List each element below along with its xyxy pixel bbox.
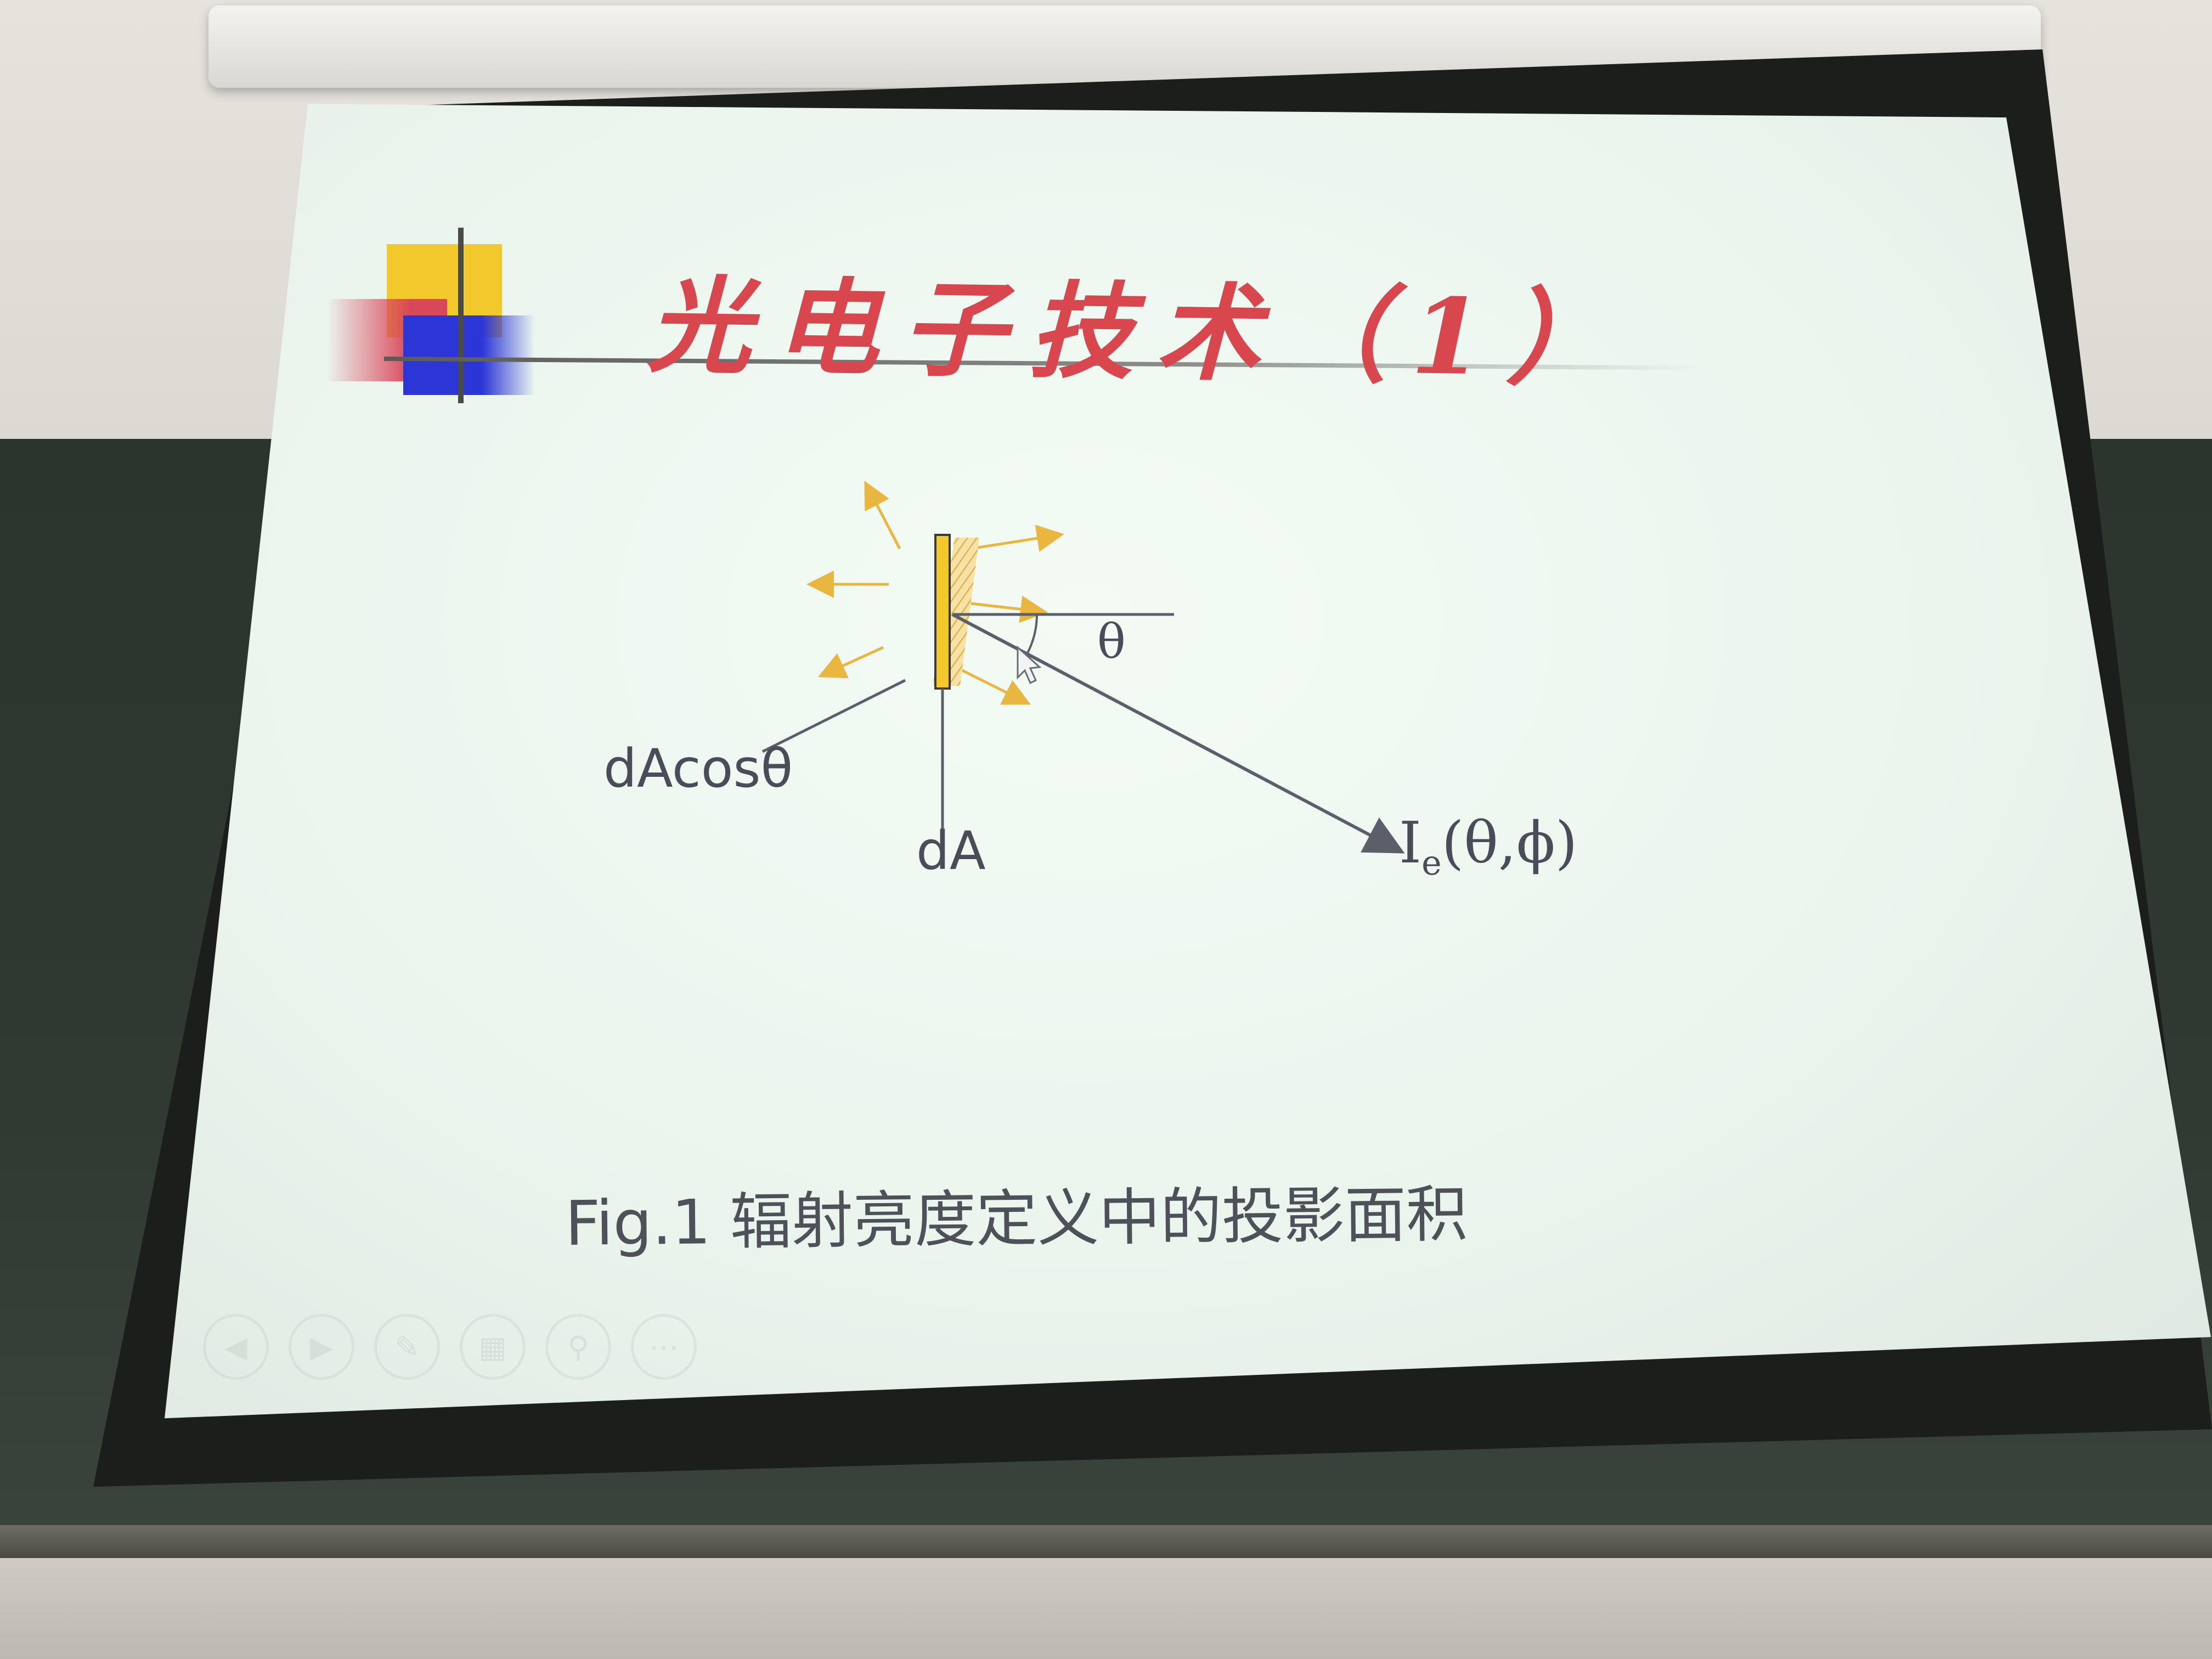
more-options-button[interactable]: ⋯: [631, 1314, 697, 1380]
label-theta: θ: [1097, 614, 1126, 669]
label-intensity-main: I: [1399, 809, 1422, 876]
label-dacos-theta: dAcosθ: [603, 738, 793, 799]
zoom-icon: ⚲: [567, 1329, 589, 1364]
label-da: dA: [916, 820, 986, 882]
figure-caption: Fig.1 辐射亮度定义中的投影面积: [565, 1178, 1468, 1260]
angle-arc: [1026, 614, 1038, 654]
more-icon: ⋯: [649, 1329, 679, 1364]
slide-title: 光电子技术（1）: [646, 264, 1635, 401]
previous-slide-button[interactable]: ◀: [203, 1314, 269, 1380]
slideshow-controls: ◀ ▶ ✎ ▦ ⚲ ⋯: [203, 1314, 697, 1380]
slides-grid-icon: ▦: [478, 1329, 507, 1364]
title-decoration-blue: [403, 315, 535, 395]
zoom-button[interactable]: ⚲: [545, 1314, 611, 1380]
label-intensity-subscript: e: [1421, 842, 1442, 883]
previous-icon: ◀: [224, 1329, 247, 1364]
surface-element-da: [934, 534, 951, 690]
next-icon: ▶: [310, 1329, 333, 1364]
pen-tool-button[interactable]: ✎: [374, 1314, 440, 1380]
slide-overview-button[interactable]: ▦: [460, 1314, 526, 1380]
chalk-rail: [0, 1525, 2212, 1558]
next-slide-button[interactable]: ▶: [289, 1314, 354, 1380]
label-intensity-args: (θ,ϕ): [1441, 809, 1578, 876]
label-intensity: Ie(θ,ϕ): [1399, 809, 1578, 883]
title-decoration-vertical-line: [458, 228, 464, 403]
floor-area: [0, 1558, 2212, 1659]
pen-icon: ✎: [394, 1329, 420, 1364]
